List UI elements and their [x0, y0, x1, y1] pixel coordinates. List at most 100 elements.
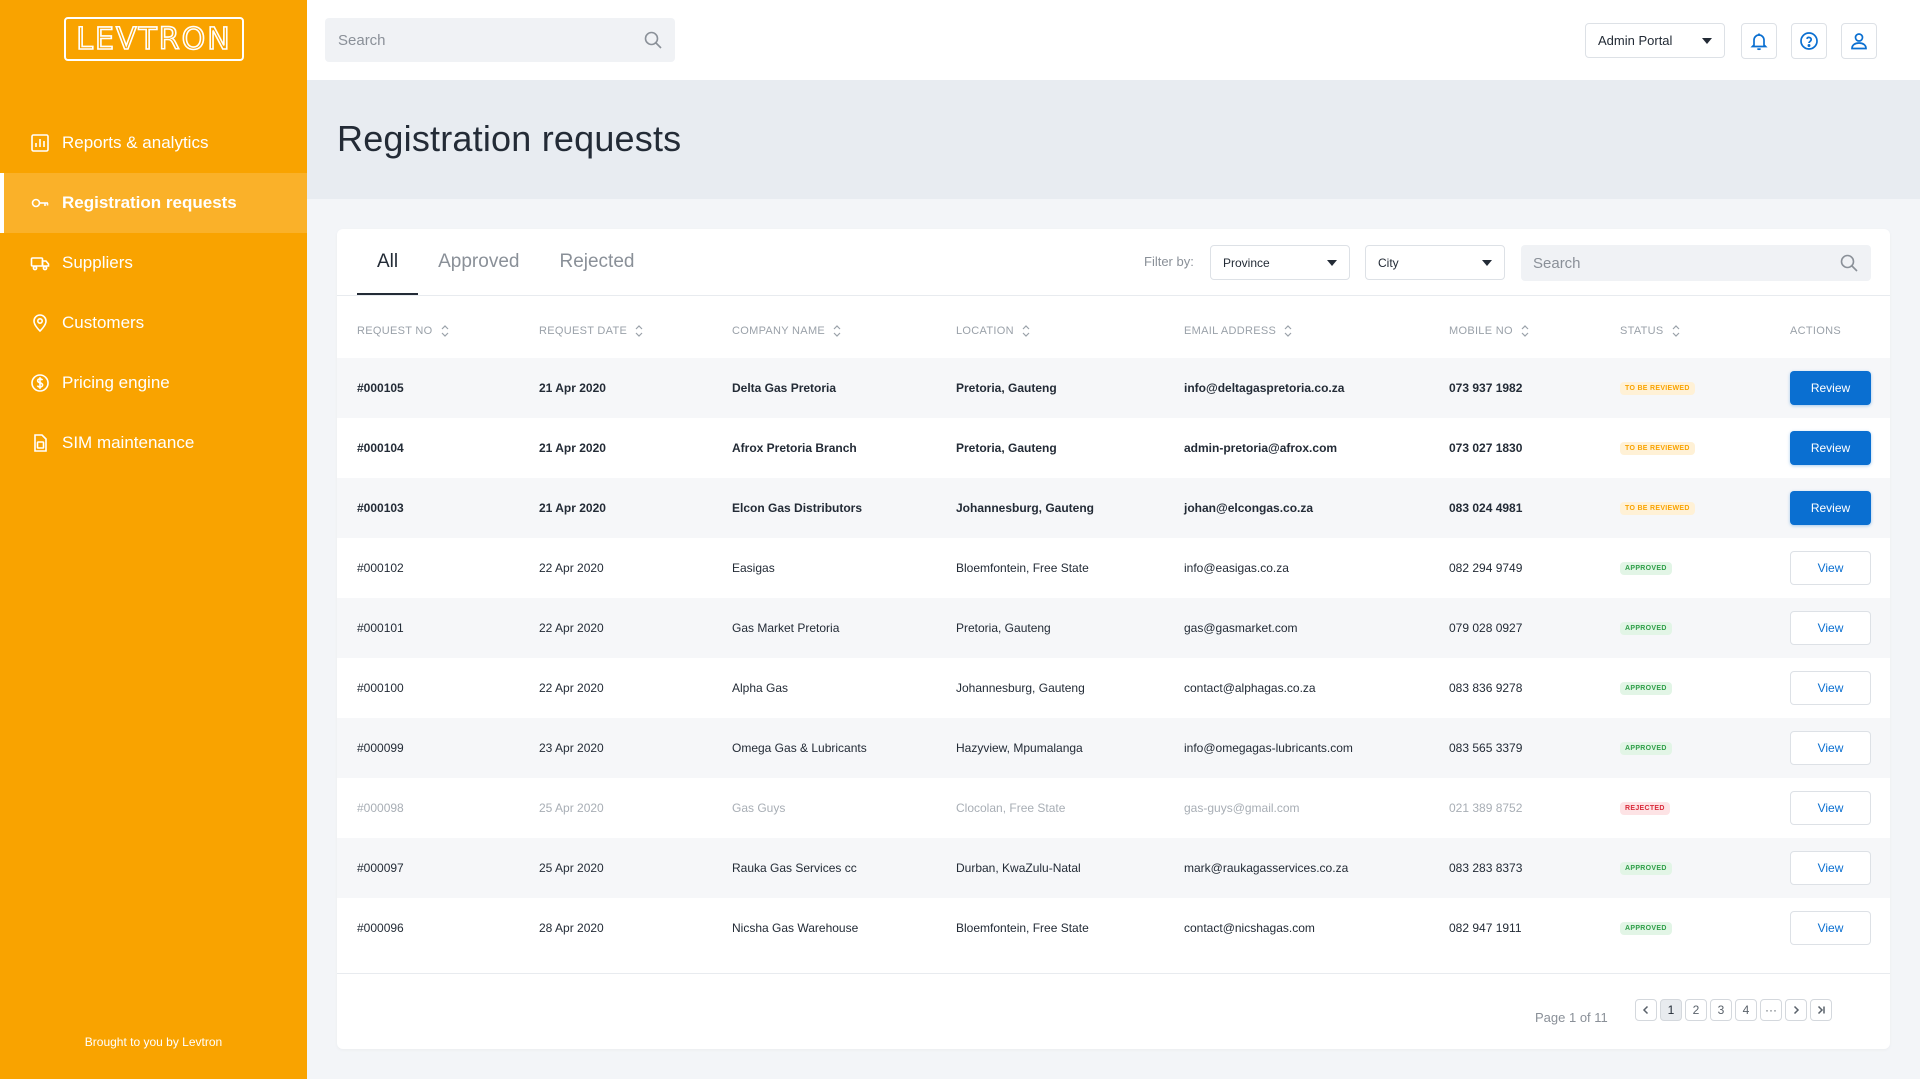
cell-request-date: 22 Apr 2020 [539, 681, 604, 695]
prev-page-button[interactable] [1635, 999, 1657, 1021]
view-button[interactable]: View [1790, 911, 1871, 945]
sidebar-item-pricing-engine[interactable]: Pricing engine [0, 353, 307, 413]
column-header-location[interactable]: LOCATION [956, 325, 1030, 337]
cell-status: TO BE REVIEWED [1620, 358, 1695, 418]
help-button[interactable] [1791, 23, 1827, 59]
cell-mobile: 073 027 1830 [1449, 441, 1523, 455]
topbar: Admin Portal [307, 0, 1920, 80]
portal-select[interactable]: Admin Portal [1585, 23, 1725, 58]
filter-label: Filter by: [1144, 254, 1194, 269]
sidebar-item-suppliers[interactable]: Suppliers [0, 233, 307, 293]
column-header-actions: ACTIONS [1790, 325, 1841, 337]
sort-icon [1521, 325, 1529, 337]
city-select[interactable]: City [1365, 245, 1505, 280]
cell-email: info@deltagaspretoria.co.za [1184, 381, 1345, 395]
column-header-mobile[interactable]: MOBILE NO [1449, 325, 1529, 337]
cell-email: contact@alphagas.co.za [1184, 681, 1316, 695]
sidebar-item-label: Suppliers [62, 253, 133, 272]
cell-location: Bloemfontein, Free State [956, 561, 1089, 575]
cell-status: APPROVED [1620, 718, 1672, 778]
profile-button[interactable] [1841, 23, 1877, 59]
column-header-request-date[interactable]: REQUEST DATE [539, 325, 643, 337]
sidebar-footer: Brought to you by Levtron [84, 1035, 223, 1049]
cell-location: Johannesburg, Gauteng [956, 681, 1085, 695]
notifications-button[interactable] [1741, 23, 1777, 59]
cell-mobile: 073 937 1982 [1449, 381, 1523, 395]
province-select[interactable]: Province [1210, 245, 1350, 280]
column-header-request-no[interactable]: REQUEST NO [357, 325, 449, 337]
last-page-button[interactable] [1810, 999, 1832, 1021]
cell-company-name: Delta Gas Pretoria [732, 381, 837, 395]
cell-status: APPROVED [1620, 838, 1672, 898]
view-button[interactable]: View [1790, 611, 1871, 645]
sort-icon [833, 325, 841, 337]
table-row: #000103 21 Apr 2020 Elcon Gas Distributo… [337, 478, 1890, 538]
sidebar-item-label: Reports & analytics [62, 133, 209, 152]
search-icon[interactable] [643, 30, 663, 50]
status-badge: APPROVED [1620, 741, 1672, 755]
table-row: #000105 21 Apr 2020 Delta Gas Pretoria P… [337, 358, 1890, 418]
global-search-input[interactable] [325, 18, 675, 62]
sidebar-item-customers[interactable]: Customers [0, 293, 307, 353]
page-button-2[interactable]: 2 [1685, 999, 1707, 1021]
status-badge: TO BE REVIEWED [1620, 381, 1695, 395]
cell-request-date: 21 Apr 2020 [539, 441, 606, 455]
tab-approved[interactable]: Approved [418, 229, 539, 295]
review-button[interactable]: Review [1790, 431, 1871, 465]
sidebar-item-registration-requests[interactable]: Registration requests [0, 173, 307, 233]
page-title: Registration requests [337, 118, 682, 159]
cell-request-no: #000098 [357, 801, 404, 815]
column-header-email[interactable]: EMAIL ADDRESS [1184, 325, 1292, 337]
status-badge: TO BE REVIEWED [1620, 441, 1695, 455]
table-row: #000104 21 Apr 2020 Afrox Pretoria Branc… [337, 418, 1890, 478]
cell-location: Clocolan, Free State [956, 801, 1066, 815]
column-header-company-name[interactable]: COMPANY NAME [732, 325, 841, 337]
table-row: #000101 22 Apr 2020 Gas Market Pretoria … [337, 598, 1890, 658]
review-button[interactable]: Review [1790, 491, 1871, 525]
view-button[interactable]: View [1790, 671, 1871, 705]
cell-email: gas-guys@gmail.com [1184, 801, 1300, 815]
cell-request-no: #000096 [357, 921, 404, 935]
sidebar-item-reports[interactable]: Reports & analytics [0, 113, 307, 173]
caret-down-icon [1327, 259, 1337, 266]
table-row: #000096 28 Apr 2020 Nicsha Gas Warehouse… [337, 898, 1890, 958]
status-badge: APPROVED [1620, 561, 1672, 575]
cell-company-name: Omega Gas & Lubricants [732, 741, 867, 755]
table-search-input[interactable] [1521, 245, 1871, 281]
review-button[interactable]: Review [1790, 371, 1871, 405]
cell-request-no: #000097 [357, 861, 404, 875]
page-button-3[interactable]: 3 [1710, 999, 1732, 1021]
sidebar-item-sim-maintenance[interactable]: SIM maintenance [0, 413, 307, 473]
cell-request-date: 21 Apr 2020 [539, 381, 606, 395]
page-info: Page 1 of 11 [1535, 1010, 1608, 1025]
sort-icon [441, 325, 448, 337]
requests-card: All Approved Rejected Filter by: Provinc… [337, 229, 1890, 1049]
sidebar-item-label: SIM maintenance [62, 433, 195, 452]
tabs-divider [337, 295, 1890, 296]
cell-request-date: 22 Apr 2020 [539, 621, 604, 635]
search-icon[interactable] [1839, 253, 1859, 273]
page-button-1[interactable]: 1 [1660, 999, 1682, 1021]
next-page-button[interactable] [1785, 999, 1807, 1021]
chart-icon [30, 133, 50, 153]
cell-request-date: 23 Apr 2020 [539, 741, 604, 755]
status-badge: APPROVED [1620, 621, 1672, 635]
view-button[interactable]: View [1790, 851, 1871, 885]
more-pages-button[interactable]: ··· [1760, 999, 1782, 1021]
view-button[interactable]: View [1790, 731, 1871, 765]
cell-location: Durban, KwaZulu-Natal [956, 861, 1081, 875]
status-badge: REJECTED [1620, 801, 1670, 815]
sort-icon [1284, 325, 1292, 337]
view-button[interactable]: View [1790, 791, 1871, 825]
tab-all[interactable]: All [357, 229, 419, 295]
cell-status: APPROVED [1620, 898, 1672, 958]
tab-rejected[interactable]: Rejected [539, 229, 654, 295]
page-button-4[interactable]: 4 [1735, 999, 1757, 1021]
sort-icon [1022, 325, 1030, 337]
sidebar-item-label: Registration requests [62, 193, 237, 212]
levtron-logo[interactable]: LEVTRON [64, 17, 244, 61]
column-header-status[interactable]: STATUS [1620, 325, 1680, 337]
cell-mobile: 083 283 8373 [1449, 861, 1523, 875]
status-tabs: All Approved Rejected [357, 229, 654, 295]
view-button[interactable]: View [1790, 551, 1871, 585]
